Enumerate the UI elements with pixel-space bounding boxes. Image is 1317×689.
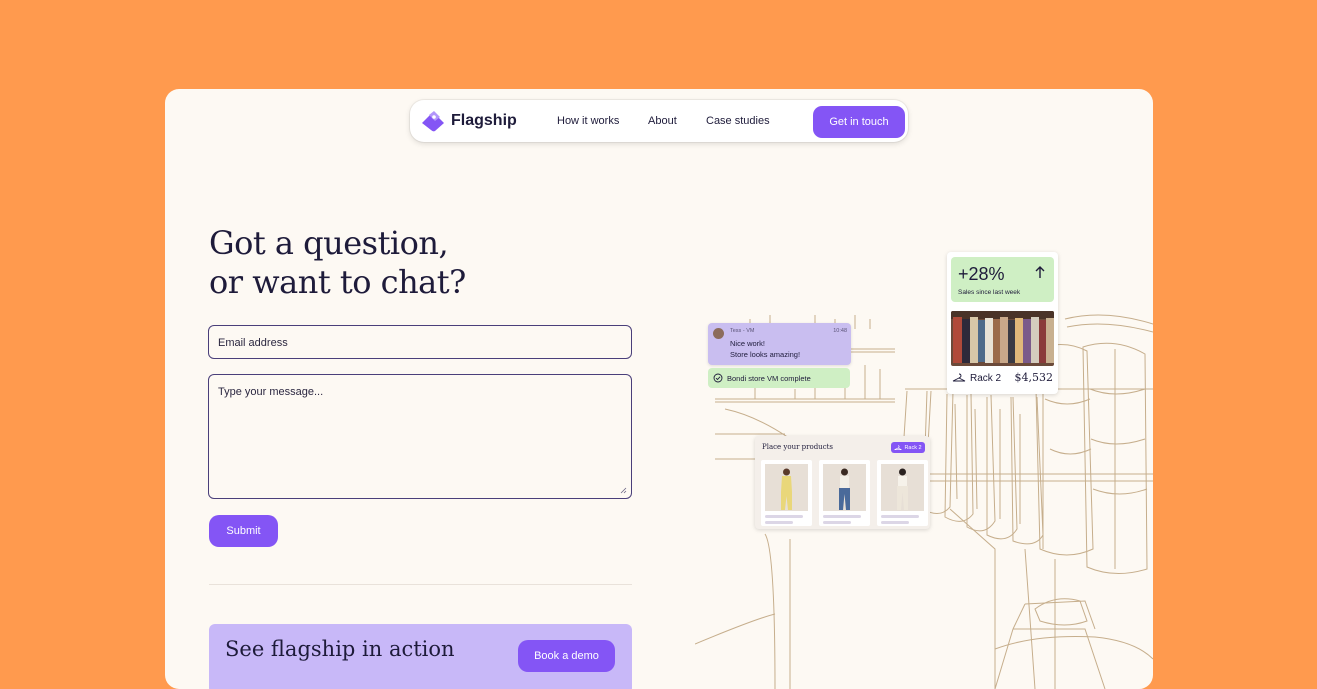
place-products-card: Place your products Rack 2 [755, 436, 930, 529]
navbar: Flagship How it works About Case studies… [410, 100, 908, 142]
email-placeholder: Email address [218, 337, 288, 349]
product-image [823, 464, 866, 511]
rack-badge: Rack 2 [891, 442, 925, 453]
product-title-placeholder [823, 515, 861, 518]
nav-link-how-it-works[interactable]: How it works [557, 115, 619, 127]
message-placeholder: Type your message... [218, 386, 324, 398]
hanger-icon [894, 444, 903, 450]
product-price-placeholder [765, 521, 793, 524]
chat-message-line-1: Nice work! [730, 339, 766, 348]
divider [209, 584, 632, 585]
product-image [881, 464, 924, 511]
product-price-placeholder [881, 521, 909, 524]
rack-label: Rack 2 [970, 373, 1002, 384]
chat-time: 10:48 [833, 328, 847, 334]
chat-notification: Tess - VM 10:48 Nice work! Store looks a… [708, 323, 851, 365]
book-demo-button[interactable]: Book a demo [518, 640, 615, 672]
status-badge: Bondi store VM complete [708, 368, 850, 388]
nav-link-about[interactable]: About [648, 115, 677, 127]
page-card: Flagship How it works About Case studies… [165, 89, 1153, 689]
product-image [765, 464, 808, 511]
page-title: Got a question, or want to chat? [209, 224, 466, 302]
product-title-placeholder [881, 515, 919, 518]
product-card[interactable] [819, 460, 870, 526]
sales-amount: $4,532 [1014, 371, 1054, 384]
sales-stat: +28% Sales since last week [951, 257, 1054, 302]
chat-sender: Tess - VM [730, 328, 755, 334]
sales-card: +28% Sales since last week Rack 2 $4,532 [947, 252, 1058, 394]
rack-badge-label: Rack 2 [904, 444, 922, 451]
status-text: Bondi store VM complete [727, 374, 811, 383]
email-field[interactable]: Email address [208, 325, 632, 359]
product-price-placeholder [823, 521, 851, 524]
submit-button[interactable]: Submit [209, 515, 278, 547]
sales-value: +28% [958, 264, 1005, 284]
arrow-up-icon [1035, 266, 1045, 278]
sales-caption: Sales since last week [958, 289, 1021, 296]
demo-banner: See flagship in action Book a demo [209, 624, 632, 689]
check-circle-icon [713, 373, 723, 383]
demo-title: See flagship in action [225, 637, 455, 661]
get-in-touch-button[interactable]: Get in touch [813, 106, 905, 138]
brand-name[interactable]: Flagship [451, 112, 517, 130]
rack-photo [951, 311, 1054, 366]
chat-message-line-2: Store looks amazing! [730, 350, 801, 359]
page-title-line-1: Got a question, [209, 224, 449, 262]
hanger-icon [952, 373, 966, 382]
avatar [713, 328, 724, 339]
place-products-title: Place your products [762, 443, 834, 451]
page-title-line-2: or want to chat? [209, 263, 466, 301]
product-title-placeholder [765, 515, 803, 518]
product-card[interactable] [877, 460, 928, 526]
nav-link-case-studies[interactable]: Case studies [706, 115, 770, 127]
message-field[interactable]: Type your message... [208, 374, 632, 499]
product-card[interactable] [761, 460, 812, 526]
flagship-logo-icon [422, 111, 444, 132]
resize-handle-icon[interactable] [620, 487, 627, 494]
